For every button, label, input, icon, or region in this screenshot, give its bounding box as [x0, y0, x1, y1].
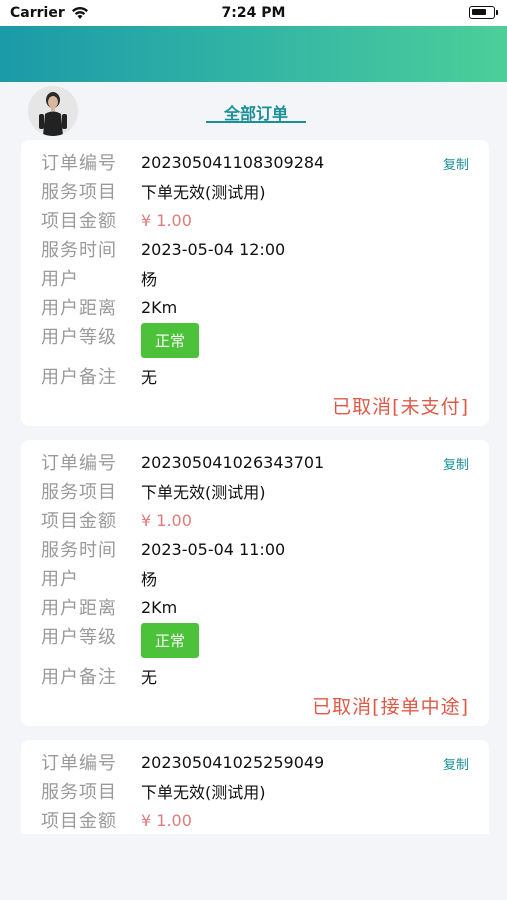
order-card: 复制 订单编号 202305041026343701 服务项目 下单无效(测试用…: [21, 440, 489, 726]
level-badge: 正常: [141, 323, 200, 358]
service-value: 下单无效(测试用): [141, 483, 266, 502]
amount-label: 项目金额: [41, 511, 117, 532]
copy-button[interactable]: 复制: [443, 454, 469, 473]
service-row: 服务项目 下单无效(测试用): [41, 477, 266, 505]
amount-label: 项目金额: [41, 811, 117, 832]
order-card: 复制 订单编号 202305041108309284 服务项目 下单无效(测试用…: [21, 140, 489, 426]
remark-row: 用户备注 无: [41, 662, 157, 690]
user-label: 用户: [41, 569, 79, 590]
service-row: 服务项目 下单无效(测试用): [41, 777, 266, 805]
amount-value: ¥ 1.00: [141, 210, 192, 230]
user-label: 用户: [41, 269, 79, 290]
tab-underline: [206, 121, 306, 123]
level-badge: 正常: [141, 623, 200, 658]
service-value: 下单无效(测试用): [141, 783, 266, 802]
service-time-row: 服务时间 2023-05-04 11:00: [41, 535, 285, 563]
service-time-value: 2023-05-04 11:00: [141, 539, 286, 559]
order-no-label: 订单编号: [41, 453, 117, 474]
distance-row: 用户距离 2Km: [41, 593, 177, 621]
battery-icon: [469, 6, 498, 19]
level-row: 用户等级 正常: [41, 323, 200, 359]
service-value: 下单无效(测试用): [141, 183, 266, 202]
user-value: 杨: [141, 570, 158, 589]
service-label: 服务项目: [41, 182, 117, 203]
order-no-row: 订单编号 202305041025259049: [41, 748, 324, 776]
distance-label: 用户距离: [41, 598, 117, 619]
order-card: 复制 订单编号 202305041025259049 服务项目 下单无效(测试用…: [21, 740, 489, 834]
service-time-value: 2023-05-04 12:00: [141, 239, 286, 259]
amount-value: ¥ 1.00: [141, 510, 192, 530]
avatar[interactable]: [28, 86, 78, 136]
copy-button[interactable]: 复制: [443, 154, 469, 173]
order-no-value: 202305041025259049: [141, 752, 325, 772]
level-label: 用户等级: [41, 627, 117, 648]
remark-value: 无: [141, 368, 158, 387]
order-no-value: 202305041026343701: [141, 452, 325, 472]
service-time-label: 服务时间: [41, 540, 117, 561]
service-label: 服务项目: [41, 482, 117, 503]
amount-row: 项目金额 ¥ 1.00: [41, 806, 192, 834]
remark-label: 用户备注: [41, 367, 117, 388]
amount-row: 项目金额 ¥ 1.00: [41, 506, 192, 534]
service-row: 服务项目 下单无效(测试用): [41, 177, 266, 205]
order-no-row: 订单编号 202305041108309284: [41, 148, 324, 176]
user-row: 用户 杨: [41, 564, 157, 592]
service-time-row: 服务时间 2023-05-04 12:00: [41, 235, 285, 263]
header-band: [0, 26, 507, 82]
amount-value: ¥ 1.00: [141, 810, 192, 830]
amount-label: 项目金额: [41, 211, 117, 232]
user-row: 用户 杨: [41, 264, 157, 292]
order-no-value: 202305041108309284: [141, 152, 325, 172]
user-value: 杨: [141, 270, 158, 289]
avatar-figure-icon: [28, 86, 78, 136]
clock: 7:24 PM: [221, 5, 286, 21]
remark-label: 用户备注: [41, 667, 117, 688]
copy-button[interactable]: 复制: [443, 754, 469, 773]
order-no-row: 订单编号 202305041026343701: [41, 448, 324, 476]
status-bar: Carrier 7:24 PM: [0, 0, 507, 26]
amount-row: 项目金额 ¥ 1.00: [41, 206, 192, 234]
remark-value: 无: [141, 668, 158, 687]
remark-row: 用户备注 无: [41, 362, 157, 390]
distance-value: 2Km: [141, 297, 178, 317]
distance-value: 2Km: [141, 597, 178, 617]
service-label: 服务项目: [41, 782, 117, 803]
order-no-label: 订单编号: [41, 153, 117, 174]
level-row: 用户等级 正常: [41, 623, 200, 659]
distance-label: 用户距离: [41, 298, 117, 319]
order-no-label: 订单编号: [41, 753, 117, 774]
service-time-label: 服务时间: [41, 240, 117, 261]
order-status: 已取消[接单中途]: [312, 696, 469, 718]
level-label: 用户等级: [41, 327, 117, 348]
order-status: 已取消[未支付]: [332, 396, 469, 418]
distance-row: 用户距离 2Km: [41, 293, 177, 321]
